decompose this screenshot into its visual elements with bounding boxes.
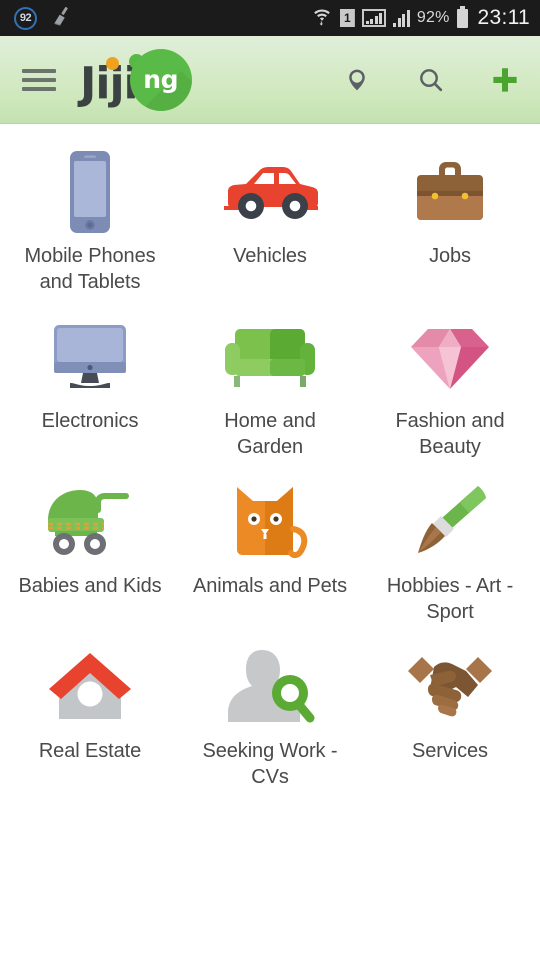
category-label: Fashion and Beauty (395, 410, 505, 458)
category-item-home-garden[interactable]: Home and Garden (180, 303, 360, 468)
notification-count-badge: 92 (14, 6, 37, 30)
clock-label: 23:11 (477, 6, 530, 29)
car-icon (180, 146, 360, 238)
location-icon[interactable] (340, 63, 374, 97)
signal-strength-sim1-icon (361, 9, 387, 27)
category-item-services[interactable]: Services (360, 633, 540, 798)
app-header: Jiji ng (0, 36, 540, 124)
battery-icon (456, 5, 468, 28)
house-icon (0, 641, 180, 733)
category-item-real-estate[interactable]: Real Estate (0, 633, 180, 798)
status-bar-right: 1 92% 23:11 (311, 5, 530, 31)
battery-percent-label: 92% (416, 9, 450, 26)
wifi-icon (311, 6, 333, 31)
category-label: Home and Garden (224, 410, 316, 458)
category-label: Hobbies - Art - Sport (386, 575, 514, 623)
header-actions (340, 63, 522, 97)
smartphone-icon (0, 146, 180, 238)
hamburger-menu-icon[interactable] (22, 67, 56, 93)
sim-indicator: 1 (339, 9, 355, 27)
status-bar-left: 92 (14, 5, 73, 32)
signal-strength-sim2-icon (393, 9, 410, 27)
category-item-babies-kids[interactable]: Babies and Kids (0, 468, 180, 633)
sofa-icon (180, 311, 360, 403)
category-item-fashion-beauty[interactable]: Fashion and Beauty (360, 303, 540, 468)
category-item-seeking-work[interactable]: Seeking Work - CVs (180, 633, 360, 798)
broom-icon (51, 5, 73, 32)
category-item-vehicles[interactable]: Vehicles (180, 138, 360, 303)
category-label: Mobile Phones and Tablets (24, 245, 156, 293)
diamond-icon (360, 311, 540, 403)
paintbrush-icon (360, 476, 540, 568)
logo-country-badge: ng (129, 48, 192, 111)
category-label: Services (412, 740, 488, 762)
logo-wordmark: Jiji (80, 53, 169, 106)
app-logo[interactable]: Jiji ng (80, 48, 192, 111)
category-item-animals-pets[interactable]: Animals and Pets (180, 468, 360, 633)
category-label: Vehicles (233, 245, 307, 267)
category-label: Seeking Work - CVs (202, 740, 338, 788)
add-icon[interactable] (488, 63, 522, 97)
category-label: Real Estate (38, 740, 142, 762)
stroller-icon (0, 476, 180, 568)
monitor-icon (0, 311, 180, 403)
category-grid: Mobile Phones and Tablets Vehicles Jobs … (0, 124, 540, 798)
category-item-hobbies-art-sport[interactable]: Hobbies - Art - Sport (360, 468, 540, 633)
logo-country-code: ng (143, 65, 178, 94)
category-label: Electronics (41, 410, 139, 432)
status-bar: 92 1 92% 23:11 (0, 0, 540, 36)
briefcase-icon (360, 146, 540, 238)
cat-icon (180, 476, 360, 568)
category-label: Babies and Kids (18, 575, 162, 597)
category-item-jobs[interactable]: Jobs (360, 138, 540, 303)
category-label: Animals and Pets (192, 575, 348, 597)
category-item-mobile-phones[interactable]: Mobile Phones and Tablets (0, 138, 180, 303)
person-search-icon (180, 641, 360, 733)
category-label: Jobs (429, 245, 471, 267)
category-item-electronics[interactable]: Electronics (0, 303, 180, 468)
handshake-icon (360, 641, 540, 733)
logo-dot-orange-icon (106, 56, 119, 70)
search-icon[interactable] (414, 63, 448, 97)
